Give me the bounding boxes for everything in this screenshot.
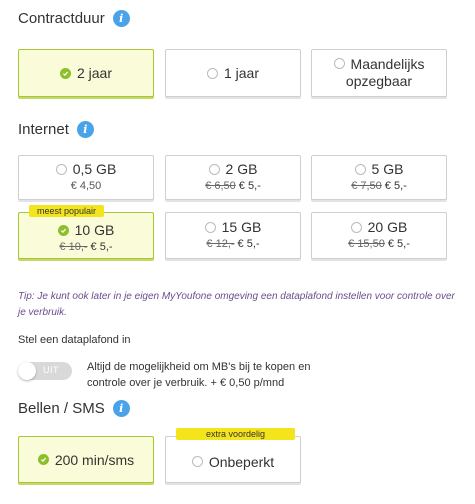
toggle-knob	[18, 362, 36, 380]
bellen-title: Bellen / SMS	[18, 400, 105, 417]
radio-icon	[204, 222, 216, 234]
tip-text: Tip: Je kunt ook later in je eigen MyYou…	[18, 291, 455, 318]
check-icon	[37, 454, 49, 466]
old-price: € 12,-	[206, 237, 235, 250]
new-price: € 5,-	[90, 240, 113, 253]
bellen-option-label: 200 min/sms	[54, 451, 135, 468]
contract-option-label: 1 jaar	[223, 65, 260, 81]
internet-option-10gb[interactable]: 10 GB € 10,- € 5,-	[18, 212, 154, 259]
popular-badge: meest populair	[29, 205, 105, 217]
internet-option-price: € 4,50	[70, 179, 102, 192]
old-price: € 15,50	[348, 237, 385, 250]
internet-option-label: 2 GB	[225, 161, 258, 178]
radio-icon	[206, 67, 218, 79]
extra-voordelig-badge: extra voordelig	[176, 428, 296, 440]
info-icon[interactable]: i	[112, 10, 130, 27]
radio-icon	[191, 456, 203, 468]
internet-option-label: 0,5 GB	[72, 161, 117, 178]
toggle-text: UIT	[43, 365, 59, 375]
radio-icon	[55, 164, 67, 176]
internet-option-label: 20 GB	[367, 219, 408, 236]
old-price: € 6,50	[205, 179, 236, 192]
info-icon[interactable]: i	[76, 121, 94, 138]
bellen-option-200[interactable]: 200 min/sms	[18, 436, 154, 483]
contract-option-label: Maandelijks opzegbaar	[345, 55, 425, 90]
contract-option-maandelijks[interactable]: Maandelijks opzegbaar	[311, 49, 447, 97]
internet-option-label: 10 GB	[74, 222, 115, 239]
dataplafond-label: Stel een dataplafond in	[18, 334, 131, 346]
internet-option-15gb[interactable]: 15 GB € 12,- € 5,-	[165, 212, 301, 259]
bellen-option-onbeperkt[interactable]: Onbeperkt	[165, 436, 301, 483]
check-icon	[57, 225, 69, 237]
internet-section-title: Internet i	[18, 121, 94, 138]
new-price: € 5,-	[384, 179, 407, 192]
internet-option-0-5gb[interactable]: 0,5 GB € 4,50	[18, 155, 154, 200]
contract-title: Contractduur	[18, 10, 105, 27]
radio-icon	[350, 222, 362, 234]
bellen-section-title: Bellen / SMS i	[18, 400, 130, 417]
radio-icon	[208, 164, 220, 176]
old-price: € 7,50	[351, 179, 382, 192]
new-price: € 5,-	[238, 179, 261, 192]
contract-option-1-jaar[interactable]: 1 jaar	[165, 49, 301, 97]
dataplafond-toggle[interactable]: UIT	[18, 362, 72, 380]
check-icon	[59, 67, 71, 79]
internet-title: Internet	[18, 121, 69, 138]
internet-option-label: 5 GB	[371, 161, 404, 178]
internet-option-5gb[interactable]: 5 GB € 7,50 € 5,-	[311, 155, 447, 200]
internet-option-20gb[interactable]: 20 GB € 15,50 € 5,-	[311, 212, 447, 259]
contract-section-title: Contractduur i	[18, 10, 130, 27]
bellen-option-label: Onbeperkt	[208, 453, 275, 470]
new-price: € 5,-	[237, 237, 260, 250]
internet-option-label: 15 GB	[221, 219, 262, 236]
radio-icon	[333, 58, 345, 70]
internet-option-2gb[interactable]: 2 GB € 6,50 € 5,-	[165, 155, 301, 200]
old-price: € 10,-	[59, 240, 88, 253]
dataplafond-description: Altijd de mogelijkheid om MB's bij te ko…	[87, 361, 311, 389]
contract-option-2-jaar[interactable]: 2 jaar	[18, 49, 154, 97]
info-icon[interactable]: i	[112, 400, 130, 417]
new-price: € 5,-	[387, 237, 410, 250]
contract-option-label: 2 jaar	[76, 65, 113, 81]
radio-icon	[354, 164, 366, 176]
